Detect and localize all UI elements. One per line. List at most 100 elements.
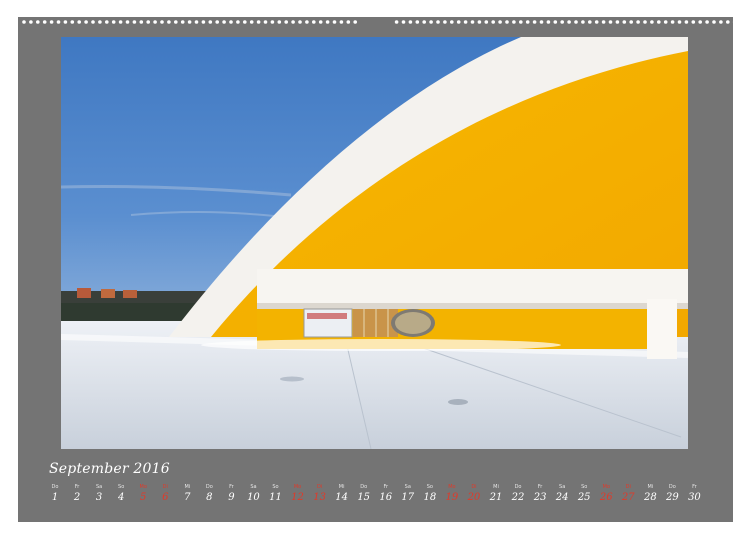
hanger-hole — [355, 0, 375, 10]
binding-dot — [657, 20, 661, 24]
day-name: Fr — [229, 484, 234, 490]
day-number: 2 — [73, 492, 81, 503]
binding-dot — [429, 20, 433, 24]
binding-dot — [608, 20, 613, 24]
day-number: 22 — [511, 492, 525, 503]
day-number: 20 — [467, 492, 481, 503]
binding-dot — [111, 20, 116, 24]
day-cell: So 4 — [110, 484, 132, 504]
day-name: Sa — [95, 484, 103, 490]
day-number: 26 — [599, 492, 613, 503]
binding-dot — [650, 20, 654, 24]
day-number: 30 — [688, 492, 701, 503]
binding-dot — [125, 20, 130, 24]
binding-dot — [208, 20, 213, 24]
day-name: Fr — [692, 484, 697, 490]
binding-dot — [691, 20, 696, 24]
binding-dot — [463, 20, 468, 24]
day-cell: So 11 — [265, 484, 287, 504]
binding-dot — [456, 20, 461, 24]
binding-dot — [180, 20, 185, 24]
binding-dot — [629, 20, 633, 24]
binding-dot — [525, 20, 530, 24]
day-name: Do — [668, 484, 676, 490]
binding-dot — [49, 20, 54, 24]
binding-dot — [160, 20, 164, 24]
day-cell: Fr 9 — [220, 484, 242, 504]
binding-dot — [201, 20, 206, 24]
binding-dot — [229, 20, 233, 24]
binding-dot — [484, 20, 489, 24]
day-cell: Di 27 — [617, 484, 639, 504]
binding-dot — [194, 20, 199, 24]
day-name: Mi — [184, 484, 191, 490]
day-name: Di — [625, 484, 631, 490]
month-title: September 2016 — [49, 461, 170, 477]
day-cell: Mi 21 — [485, 484, 507, 504]
day-cell: Mi 14 — [331, 484, 353, 504]
day-number: 24 — [555, 492, 569, 503]
binding-dot — [622, 20, 627, 24]
binding-dot — [519, 20, 523, 24]
day-cell: Do 22 — [507, 484, 529, 504]
day-cell: Mo 12 — [287, 484, 309, 504]
binding-dot — [684, 20, 689, 24]
binding-dot — [601, 20, 606, 24]
binding-dot — [70, 20, 75, 24]
binding-dot — [222, 20, 226, 24]
day-name: So — [118, 484, 125, 490]
calendar-days-row: Do 1 Fr 2 Sa 3 So 4 Mo 5 Di 6 Mi 7 Do 8 Fr 9 Sa 10 So 11 Mo 12 D… — [44, 484, 714, 514]
day-number: 6 — [162, 492, 169, 503]
day-name: So — [581, 484, 588, 490]
binding-dot — [146, 20, 150, 24]
day-number: 8 — [206, 492, 213, 503]
day-number: 7 — [184, 492, 191, 503]
binding-dot — [643, 20, 647, 24]
binding-dot — [118, 20, 123, 24]
binding-dot — [705, 20, 709, 24]
binding-dot — [353, 20, 358, 24]
binding-dot — [498, 20, 502, 24]
day-number: 15 — [357, 492, 371, 503]
binding-dot — [256, 20, 261, 24]
binding-dot — [249, 20, 254, 24]
binding-dot — [77, 20, 81, 24]
photo — [61, 37, 688, 449]
binding-dot — [422, 20, 427, 24]
day-number: 10 — [247, 492, 260, 503]
day-name: Do — [51, 484, 59, 490]
day-number: 23 — [533, 492, 547, 503]
day-name: Di — [471, 484, 477, 490]
day-name: Mi — [338, 484, 345, 490]
binding-dot — [581, 20, 585, 24]
binding-dot — [132, 20, 137, 24]
day-number: 19 — [445, 492, 459, 503]
binding-dot — [477, 20, 482, 24]
day-name: Mi — [493, 484, 499, 490]
day-cell: Fr 30 — [683, 484, 705, 504]
day-cell: Do 15 — [353, 484, 375, 504]
binding-dot — [394, 20, 399, 24]
binding-dot — [594, 20, 599, 24]
day-name: Do — [205, 484, 213, 490]
binding-dot — [532, 20, 537, 24]
binding-dot — [91, 20, 95, 24]
day-name: Mo — [448, 484, 456, 490]
binding-dot — [284, 20, 289, 24]
day-number: 11 — [269, 492, 282, 503]
binding-dot — [719, 20, 723, 24]
binding-dot — [698, 20, 702, 24]
day-name: Fr — [74, 484, 80, 490]
canopy — [257, 269, 688, 307]
binding-dot — [270, 20, 275, 24]
day-number: 17 — [401, 492, 415, 503]
binding-dot — [588, 20, 592, 24]
day-cell: Mo 19 — [441, 484, 463, 504]
binding-dot — [567, 20, 571, 24]
day-cell: Sa 10 — [242, 484, 264, 504]
binding-dot — [105, 20, 109, 24]
day-name: Mo — [139, 484, 147, 490]
binding-dot — [29, 20, 33, 24]
day-number: 27 — [621, 492, 635, 503]
binding-dot — [291, 20, 295, 24]
